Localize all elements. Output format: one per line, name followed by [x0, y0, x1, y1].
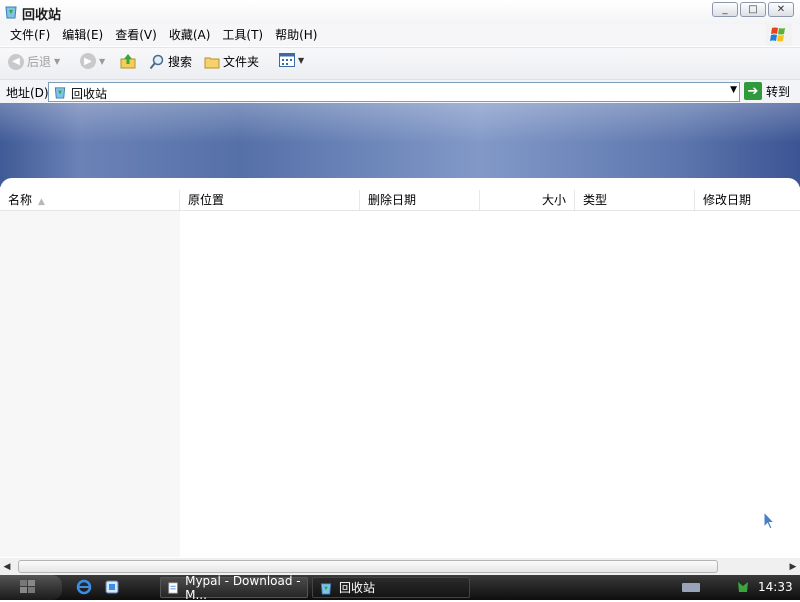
- menu-file[interactable]: 文件(F): [4, 27, 56, 43]
- address-value: 回收站: [71, 87, 108, 101]
- horizontal-scrollbar[interactable]: ◀ ▶: [0, 558, 800, 575]
- scroll-left-icon[interactable]: ◀: [0, 560, 14, 573]
- maximize-button[interactable]: □: [740, 2, 766, 17]
- search-icon: [149, 54, 164, 69]
- folders-button[interactable]: 文件夹: [204, 53, 259, 70]
- views-icon: [279, 53, 295, 67]
- column-name[interactable]: 名称 ▲: [0, 190, 180, 210]
- search-label: 搜索: [168, 55, 193, 69]
- forward-dropdown-icon: ▼: [99, 56, 106, 66]
- taskbar-item-recycle-bin[interactable]: 回收站: [312, 577, 470, 598]
- column-original-location-label: 原位置: [188, 193, 225, 207]
- scroll-right-icon[interactable]: ▶: [786, 560, 800, 573]
- up-button[interactable]: [120, 53, 136, 69]
- column-type[interactable]: 类型: [575, 190, 695, 210]
- go-label: 转到: [766, 84, 791, 99]
- keyboard-icon[interactable]: [682, 583, 700, 592]
- system-clock[interactable]: 14:33: [758, 580, 793, 594]
- windows-logo-icon: [766, 24, 792, 46]
- views-button[interactable]: ▼: [279, 53, 304, 67]
- windows-flag-icon: [20, 580, 35, 593]
- back-dropdown-icon: ▼: [54, 57, 61, 66]
- column-date-deleted[interactable]: 删除日期: [360, 190, 480, 210]
- taskbar-item-label: Mypal - Download - M...: [185, 573, 301, 602]
- recycle-bin-icon: [5, 6, 17, 19]
- recycle-bin-icon: [54, 87, 66, 99]
- standard-toolbar: ◀ 后退 ▼ ▶ ▼ 搜索 文件夹 ▼: [0, 47, 800, 79]
- menu-help[interactable]: 帮助(H): [269, 27, 323, 43]
- taskbar: Mypal - Download - M... 回收站 14:33: [0, 574, 800, 602]
- back-label: 后退: [27, 55, 52, 69]
- folder-icon: [204, 57, 220, 68]
- views-dropdown-icon: ▼: [298, 55, 305, 65]
- network-icon[interactable]: [736, 580, 750, 594]
- show-desktop-icon[interactable]: [104, 579, 120, 595]
- menu-favorites[interactable]: 收藏(A): [163, 27, 217, 43]
- up-folder-icon: [120, 54, 136, 69]
- details-header: 名称 ▲ 原位置 删除日期 大小 类型 修改日期: [0, 190, 800, 211]
- column-size[interactable]: 大小: [480, 190, 575, 210]
- column-name-label: 名称: [8, 193, 33, 207]
- column-date-modified[interactable]: 修改日期: [695, 190, 800, 210]
- menu-view[interactable]: 查看(V): [109, 27, 163, 43]
- forward-button[interactable]: ▶ ▼: [80, 53, 105, 69]
- name-column-shade: [0, 211, 180, 557]
- column-size-label: 大小: [541, 193, 566, 207]
- scrollbar-thumb[interactable]: [18, 560, 718, 573]
- close-button[interactable]: ✕: [768, 2, 794, 17]
- column-original-location[interactable]: 原位置: [180, 190, 360, 210]
- address-input[interactable]: 回收站 ▼: [48, 82, 740, 102]
- title-bar: 回收站 _ □ ✕: [0, 0, 800, 24]
- maximize-icon: □: [748, 3, 758, 15]
- close-icon: ✕: [776, 3, 786, 15]
- document-icon: [168, 581, 178, 594]
- taskbar-item-label: 回收站: [339, 581, 376, 595]
- forward-icon: ▶: [80, 53, 96, 69]
- back-arrow-icon: ◀: [8, 53, 24, 70]
- window-title: 回收站: [22, 8, 62, 23]
- go-button[interactable]: ➔ 转到: [744, 82, 790, 100]
- internet-explorer-icon[interactable]: [76, 579, 92, 595]
- folder-banner: [0, 103, 800, 187]
- minimize-button[interactable]: _: [712, 2, 738, 17]
- sort-ascending-icon: ▲: [38, 197, 45, 207]
- search-button[interactable]: 搜索: [149, 53, 192, 70]
- recycle-bin-icon: [320, 582, 332, 595]
- back-button[interactable]: ◀ 后退 ▼: [8, 53, 60, 70]
- column-date-modified-label: 修改日期: [703, 193, 752, 207]
- taskbar-item-mypal[interactable]: Mypal - Download - M...: [160, 574, 308, 602]
- menu-bar: 文件(F) 编辑(E) 查看(V) 收藏(A) 工具(T) 帮助(H): [0, 24, 800, 46]
- menu-tools[interactable]: 工具(T): [216, 27, 269, 43]
- column-date-deleted-label: 删除日期: [368, 193, 417, 207]
- menu-edit[interactable]: 编辑(E): [56, 27, 109, 43]
- minimize-icon: _: [722, 3, 728, 15]
- column-type-label: 类型: [583, 193, 608, 207]
- address-bar: 地址(D) 回收站 ▼ ➔ 转到: [0, 79, 800, 104]
- folders-label: 文件夹: [223, 55, 260, 69]
- mouse-cursor-icon: [763, 511, 775, 530]
- address-dropdown-icon[interactable]: ▼: [730, 85, 737, 95]
- go-arrow-icon: ➔: [744, 82, 762, 100]
- start-button[interactable]: [0, 575, 62, 600]
- address-label: 地址(D): [6, 86, 49, 100]
